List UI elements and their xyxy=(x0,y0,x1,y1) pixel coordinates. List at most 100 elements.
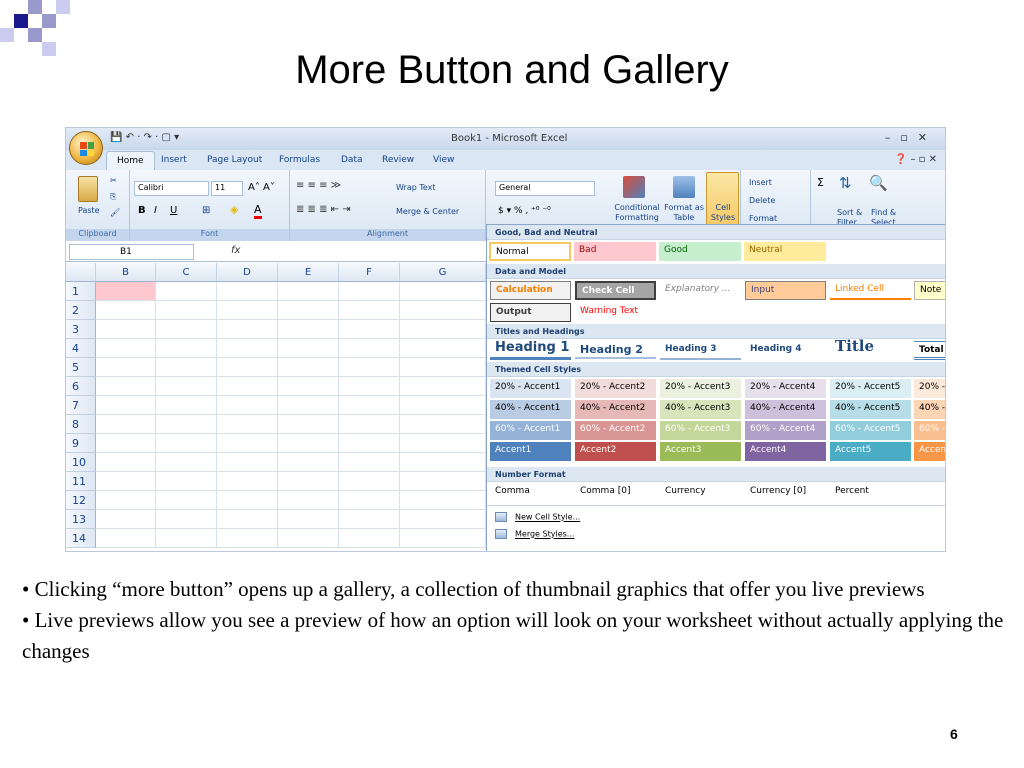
style-accent40-3[interactable]: 40% - Accent3 xyxy=(660,400,741,419)
tab-data[interactable]: Data xyxy=(341,155,363,165)
help-icon[interactable]: ❓ – ▫ ✕ xyxy=(895,154,937,165)
style-accent60-4[interactable]: 60% - Accent4 xyxy=(745,421,826,440)
worksheet-cell[interactable] xyxy=(96,358,156,377)
style-accent60-3[interactable]: 60% - Accent3 xyxy=(660,421,741,440)
worksheet-cell[interactable] xyxy=(156,415,217,434)
worksheet-cell[interactable] xyxy=(400,377,486,396)
worksheet-cell[interactable] xyxy=(400,510,486,529)
worksheet-cell[interactable] xyxy=(400,529,486,548)
underline-icon[interactable]: U xyxy=(170,205,177,216)
worksheet-cell[interactable] xyxy=(339,339,400,358)
borders-icon[interactable]: ⊞ xyxy=(202,205,210,216)
worksheet-cell[interactable] xyxy=(400,415,486,434)
worksheet-cell[interactable] xyxy=(217,529,278,548)
worksheet-cell[interactable] xyxy=(339,282,400,301)
style-currency[interactable]: Currency xyxy=(660,483,741,502)
style-accent40-2[interactable]: 40% - Accent2 xyxy=(575,400,656,419)
worksheet-cell[interactable] xyxy=(339,491,400,510)
worksheet-cell[interactable] xyxy=(278,377,339,396)
style-normal[interactable]: Normal xyxy=(489,242,571,261)
style-warning-text[interactable]: Warning Text xyxy=(575,303,656,322)
currency-icon[interactable]: $ ▾ % , ⁺⁰ ⁻⁰ xyxy=(498,206,551,216)
worksheet-cell[interactable] xyxy=(217,396,278,415)
new-cell-style-item[interactable]: New Cell Style... xyxy=(495,512,580,522)
row-header[interactable]: 9 xyxy=(66,434,96,453)
row-header[interactable]: 6 xyxy=(66,377,96,396)
font-size-select[interactable]: 11 xyxy=(211,181,243,196)
font-color-icon[interactable]: A xyxy=(254,203,262,219)
quick-access-toolbar[interactable]: 💾 ↶ · ↷ · ▢ ▾ xyxy=(110,132,179,143)
worksheet-cell[interactable] xyxy=(339,377,400,396)
style-accent20-3[interactable]: 20% - Accent3 xyxy=(660,379,741,398)
worksheet-cell[interactable] xyxy=(156,472,217,491)
style-accent20-2[interactable]: 20% - Accent2 xyxy=(575,379,656,398)
row-header[interactable]: 7 xyxy=(66,396,96,415)
tab-home[interactable]: Home xyxy=(106,151,155,170)
worksheet-cell[interactable] xyxy=(400,434,486,453)
tab-page-layout[interactable]: Page Layout xyxy=(207,155,262,165)
worksheet-cell[interactable] xyxy=(96,282,156,301)
worksheet-cell[interactable] xyxy=(96,377,156,396)
style-accent60-1[interactable]: 60% - Accent1 xyxy=(490,421,571,440)
format-button[interactable]: Format xyxy=(749,214,777,223)
worksheet-cell[interactable] xyxy=(278,415,339,434)
worksheet-cell[interactable] xyxy=(217,453,278,472)
style-accent20-6[interactable]: 20% - A xyxy=(914,379,945,398)
style-percent[interactable]: Percent xyxy=(830,483,911,502)
worksheet-cell[interactable] xyxy=(400,320,486,339)
style-neutral[interactable]: Neutral xyxy=(744,242,826,261)
worksheet-cell[interactable] xyxy=(156,320,217,339)
worksheet-cell[interactable] xyxy=(278,491,339,510)
style-heading-4[interactable]: Heading 4 xyxy=(745,341,826,360)
format-as-table-button[interactable]: Format as Table xyxy=(663,203,705,223)
style-bad[interactable]: Bad xyxy=(574,242,656,261)
style-accents-5[interactable]: Accent5 xyxy=(830,442,911,461)
column-header[interactable]: B xyxy=(96,263,156,282)
conditional-formatting-icon[interactable] xyxy=(623,176,645,198)
row-header[interactable]: 14 xyxy=(66,529,96,548)
conditional-formatting-button[interactable]: Conditional Formatting xyxy=(607,203,667,223)
worksheet-cell[interactable] xyxy=(278,510,339,529)
worksheet-cell[interactable] xyxy=(339,396,400,415)
worksheet-cell[interactable] xyxy=(156,491,217,510)
worksheet-cell[interactable] xyxy=(156,529,217,548)
paste-icon[interactable] xyxy=(78,176,98,202)
tab-insert[interactable]: Insert xyxy=(161,155,187,165)
worksheet-cell[interactable] xyxy=(400,301,486,320)
cut-icon[interactable]: ✂ xyxy=(110,176,117,185)
style-explanatory[interactable]: Explanatory ... xyxy=(660,281,741,300)
style-heading-1[interactable]: Heading 1 xyxy=(490,339,571,360)
format-table-icon[interactable] xyxy=(673,176,695,198)
worksheet-cell[interactable] xyxy=(217,377,278,396)
style-currency-0[interactable]: Currency [0] xyxy=(745,483,826,502)
wrap-text-button[interactable]: Wrap Text xyxy=(396,183,436,192)
office-button[interactable] xyxy=(69,131,103,165)
row-header[interactable]: 12 xyxy=(66,491,96,510)
worksheet-cell[interactable] xyxy=(156,396,217,415)
style-comma[interactable]: Comma xyxy=(490,483,571,502)
column-header[interactable]: D xyxy=(217,263,278,282)
style-comma-0[interactable]: Comma [0] xyxy=(575,483,656,502)
worksheet-cell[interactable] xyxy=(278,358,339,377)
style-accent60-6[interactable]: 60% - A xyxy=(914,421,945,440)
worksheet-cell[interactable] xyxy=(217,358,278,377)
worksheet-cell[interactable] xyxy=(339,529,400,548)
align-left-icon[interactable]: ≣ ≣ ≣ ⇤ ⇥ xyxy=(296,204,351,215)
column-header[interactable]: G xyxy=(400,263,486,282)
worksheet-cell[interactable] xyxy=(96,301,156,320)
worksheet-cell[interactable] xyxy=(400,491,486,510)
worksheet-cell[interactable] xyxy=(339,472,400,491)
worksheet-cell[interactable] xyxy=(96,339,156,358)
worksheet-cell[interactable] xyxy=(278,301,339,320)
style-output[interactable]: Output xyxy=(490,303,571,322)
tab-view[interactable]: View xyxy=(433,155,454,165)
style-accents-1[interactable]: Accent1 xyxy=(490,442,571,461)
worksheet-cell[interactable] xyxy=(217,491,278,510)
cell-styles-label[interactable]: Cell Styles xyxy=(709,203,737,223)
copy-icon[interactable]: ⎘ xyxy=(110,192,116,202)
worksheet-cell[interactable] xyxy=(278,529,339,548)
worksheet-cell[interactable] xyxy=(96,453,156,472)
column-header[interactable]: F xyxy=(339,263,400,282)
tab-formulas[interactable]: Formulas xyxy=(279,155,320,165)
style-accent60-2[interactable]: 60% - Accent2 xyxy=(575,421,656,440)
